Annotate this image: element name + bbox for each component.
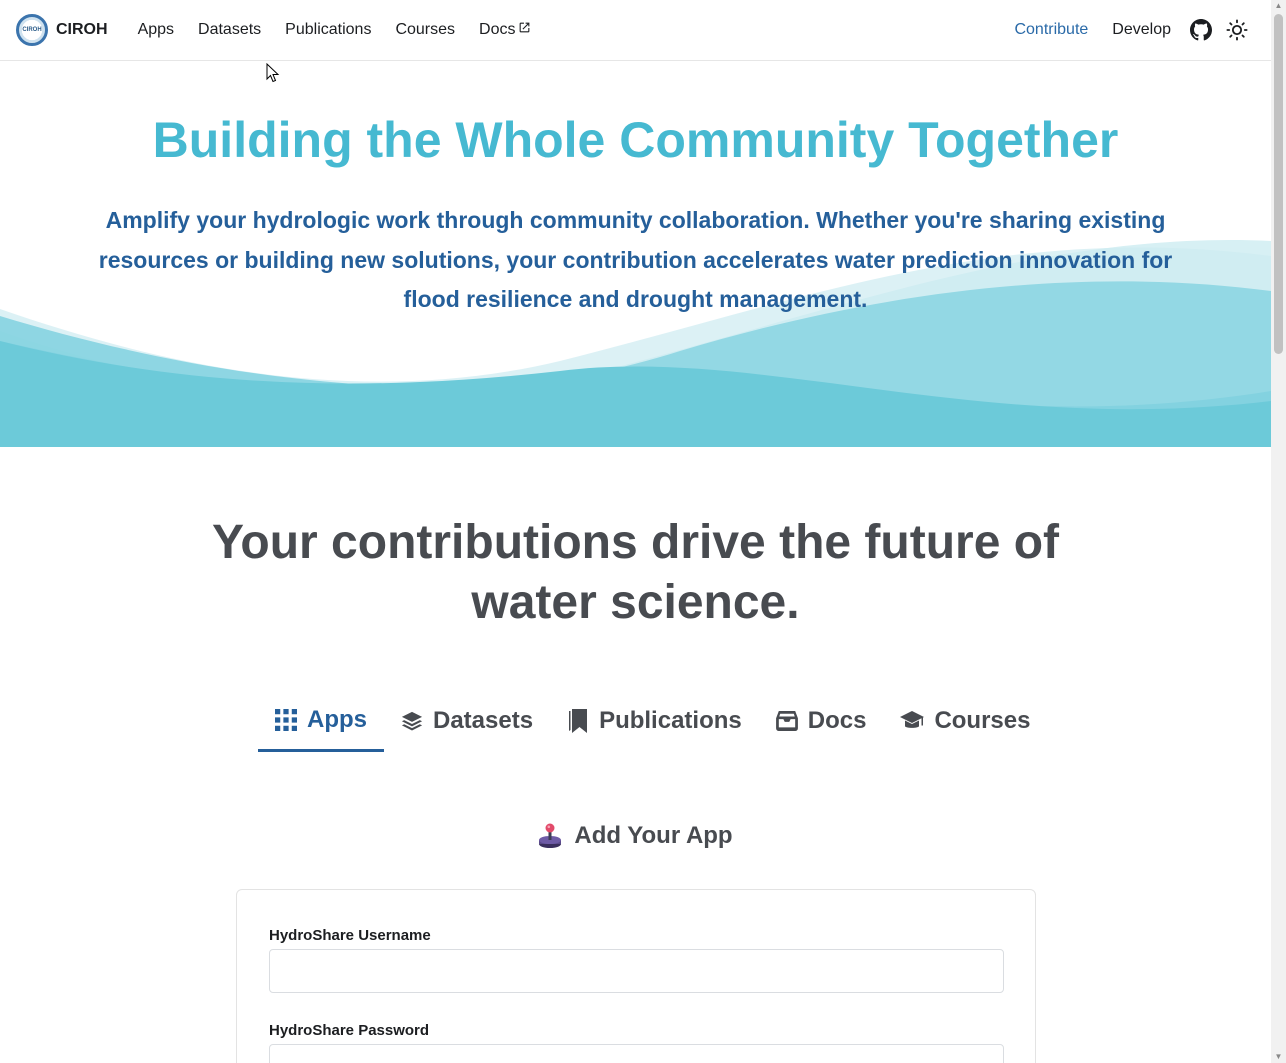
tab-datasets-label: Datasets — [433, 707, 534, 734]
hero-title: Building the Whole Community Together — [152, 112, 1119, 168]
scroll-down-arrow[interactable]: ▼ — [1274, 1053, 1283, 1061]
tab-docs-label: Docs — [807, 707, 867, 734]
brand-name[interactable]: CIROH — [56, 21, 108, 39]
graduation-cap-icon — [900, 711, 925, 728]
top-navbar: CIROH CIROH Apps Datasets Publications C… — [0, 0, 1271, 61]
external-link-icon — [520, 22, 530, 32]
tab-publications[interactable]: Publications — [550, 690, 759, 752]
headline-line-2: water science. — [471, 576, 800, 629]
tab-datasets[interactable]: Datasets — [384, 690, 550, 752]
joystick-icon — [539, 823, 562, 848]
nav-right: Contribute Develop — [1002, 12, 1255, 48]
nav-link-courses[interactable]: Courses — [383, 21, 467, 39]
nav-link-apps[interactable]: Apps — [126, 21, 186, 39]
github-icon — [1190, 19, 1212, 41]
add-app-form: HydroShare Username HydroShare Password — [236, 889, 1036, 1063]
ciroh-logo: CIROH — [16, 14, 48, 46]
tab-publications-label: Publications — [599, 707, 742, 734]
nav-link-docs-label: Docs — [479, 21, 516, 38]
nav-link-docs[interactable]: Docs — [467, 21, 543, 39]
nav-link-publications[interactable]: Publications — [273, 21, 383, 39]
theme-toggle-button[interactable] — [1219, 12, 1255, 48]
username-label: HydroShare Username — [269, 927, 431, 944]
tab-courses-label: Courses — [934, 707, 1031, 734]
brand[interactable]: CIROH CIROH — [16, 14, 108, 46]
username-input[interactable] — [269, 949, 1004, 993]
password-label: HydroShare Password — [269, 1022, 430, 1039]
layers-icon — [401, 711, 423, 731]
nav-link-develop[interactable]: Develop — [1100, 21, 1183, 39]
nav-link-datasets[interactable]: Datasets — [186, 21, 273, 39]
tab-docs[interactable]: Docs — [759, 690, 884, 752]
page-scrollbar[interactable]: ▲ ▼ — [1271, 0, 1286, 1063]
github-link[interactable] — [1183, 12, 1219, 48]
add-app-heading: Add Your App — [0, 822, 1271, 850]
hero-subtitle: Amplify your hydrologic work through com… — [98, 207, 1173, 312]
add-app-title: Add Your App — [574, 822, 733, 849]
scroll-up-arrow[interactable]: ▲ — [1274, 2, 1283, 10]
inbox-icon — [775, 711, 798, 731]
tab-courses[interactable]: Courses — [883, 690, 1047, 752]
contributions-headline: Your contributions drive the future of w… — [0, 513, 1271, 633]
scroll-thumb[interactable] — [1274, 14, 1283, 354]
mouse-cursor-icon — [266, 63, 280, 83]
tab-apps-label: Apps — [307, 705, 367, 733]
grid-icon — [275, 708, 297, 731]
password-input[interactable] — [269, 1044, 1004, 1063]
hero-section: Building the Whole Community Together Am… — [0, 61, 1271, 447]
contribution-tabs: Apps Datasets Publications Docs Courses — [258, 690, 1047, 752]
headline-line-1: Your contributions drive the future of — [211, 516, 1060, 569]
nav-link-contribute[interactable]: Contribute — [1002, 21, 1100, 39]
sun-icon — [1226, 19, 1248, 41]
bookmark-icon — [569, 709, 588, 733]
tab-apps[interactable]: Apps — [258, 690, 384, 752]
